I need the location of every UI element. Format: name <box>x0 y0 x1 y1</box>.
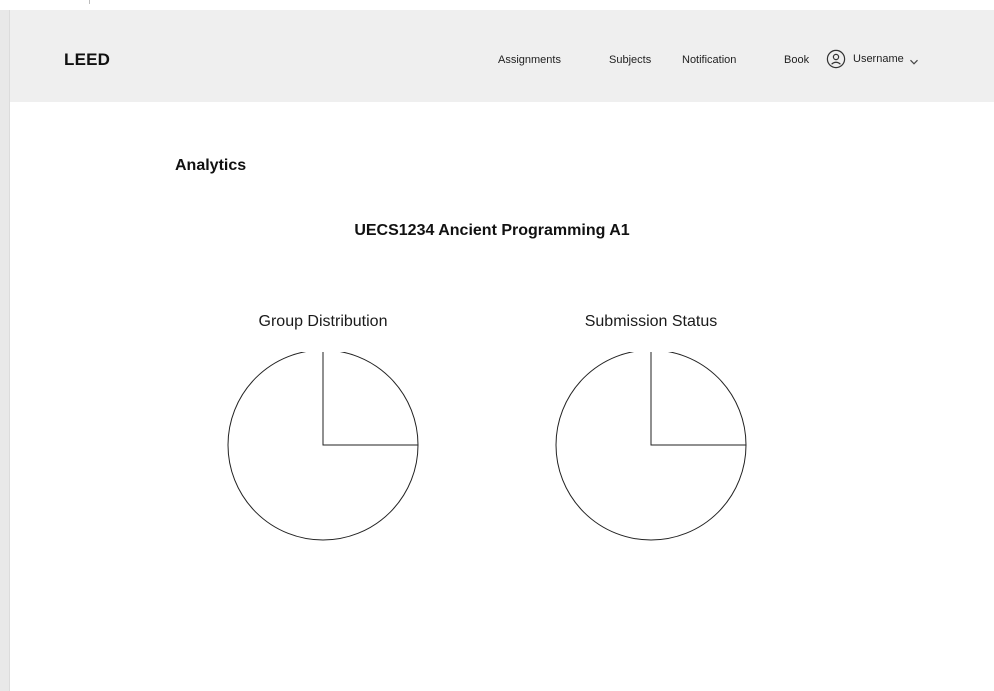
group-distribution-chart: Group Distribution <box>218 312 428 541</box>
left-edge <box>0 10 10 691</box>
user-circle-icon <box>826 49 846 69</box>
submission-status-chart: Submission Status <box>546 312 756 541</box>
window-top-strip <box>0 0 994 10</box>
username-label: Username <box>853 53 904 65</box>
nav-book-link[interactable]: Book <box>784 53 809 67</box>
pie-slice-1 <box>322 352 419 446</box>
nav-subjects-link[interactable]: Subjects <box>609 53 651 67</box>
pie-slice-1 <box>650 352 747 446</box>
nav-assignments-link[interactable]: Assignments <box>498 53 561 67</box>
top-navbar: LEED Assignments Subjects Notification B… <box>10 10 994 102</box>
nav-notification-link[interactable]: Notification <box>682 53 736 67</box>
assignment-title: UECS1234 Ancient Programming A1 <box>354 222 630 239</box>
app-window: LEED Assignments Subjects Notification B… <box>0 0 994 691</box>
top-tick-mark <box>89 0 90 4</box>
group-distribution-pie <box>227 352 419 541</box>
page-title: Analytics <box>175 157 247 174</box>
user-menu-button[interactable]: Username <box>826 46 919 72</box>
submission-status-pie <box>555 352 747 541</box>
chart-title-submission-status: Submission Status <box>584 313 718 330</box>
chevron-down-icon <box>909 54 919 65</box>
chart-title-group-distribution: Group Distribution <box>258 313 388 330</box>
brand-logo[interactable]: LEED <box>64 50 110 70</box>
